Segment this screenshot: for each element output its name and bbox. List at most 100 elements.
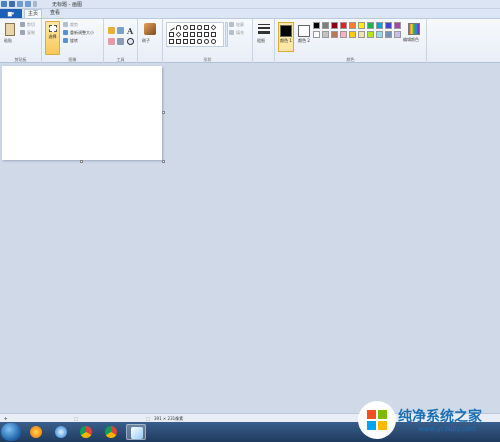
left-arrow-shape-icon[interactable] bbox=[204, 32, 209, 37]
palette-color-swatch[interactable] bbox=[385, 22, 392, 29]
taskbar-chrome-1[interactable] bbox=[76, 424, 96, 440]
resize-button[interactable]: 重新调整大小 bbox=[63, 30, 103, 36]
taskbar-app-1[interactable] bbox=[26, 424, 46, 440]
oval-shape-icon[interactable] bbox=[183, 25, 188, 30]
palette-color-swatch[interactable] bbox=[331, 22, 338, 29]
right-arrow-shape-icon[interactable] bbox=[197, 32, 202, 37]
paint-icon bbox=[131, 427, 143, 439]
magnifier-icon[interactable] bbox=[127, 38, 134, 45]
file-menu-button[interactable]: ▆▾ bbox=[0, 9, 22, 18]
outline-button[interactable]: 轮廓 bbox=[229, 22, 252, 28]
image-group: 选择 裁剪 重新调整大小 旋转 图像 bbox=[42, 19, 104, 64]
taskbar-paint[interactable] bbox=[126, 424, 146, 440]
six-point-star-shape-icon[interactable] bbox=[190, 39, 195, 44]
palette-color-swatch[interactable] bbox=[376, 22, 383, 29]
rectangle-shape-icon[interactable] bbox=[190, 25, 195, 30]
four-point-star-shape-icon[interactable] bbox=[176, 39, 181, 44]
shapes-scroll[interactable] bbox=[225, 22, 228, 47]
outline-label: 轮廓 bbox=[236, 22, 244, 27]
line-width-icon bbox=[258, 24, 270, 36]
five-point-star-shape-icon[interactable] bbox=[183, 39, 188, 44]
eraser-icon[interactable] bbox=[108, 38, 115, 45]
curve-shape-icon[interactable] bbox=[176, 25, 181, 30]
fill-bucket-icon[interactable] bbox=[117, 27, 124, 34]
scissors-icon bbox=[20, 22, 25, 27]
palette-color-swatch[interactable] bbox=[358, 22, 365, 29]
color-palette bbox=[313, 22, 401, 38]
palette-color-swatch[interactable] bbox=[349, 31, 356, 38]
callout-shape-icon[interactable] bbox=[197, 39, 202, 44]
select-button[interactable]: 选择 bbox=[45, 21, 60, 55]
canvas-resize-handle-corner[interactable] bbox=[162, 160, 165, 163]
palette-color-swatch[interactable] bbox=[358, 31, 365, 38]
color2-button[interactable]: 颜色 2 bbox=[296, 22, 312, 52]
cursor-position-icon: ✛ bbox=[4, 416, 8, 421]
canvas-resize-handle-right[interactable] bbox=[162, 111, 165, 114]
copy-button[interactable]: 复制 bbox=[20, 30, 40, 36]
shapes-gallery[interactable] bbox=[166, 22, 224, 47]
palette-color-swatch[interactable] bbox=[313, 22, 320, 29]
color-picker-icon[interactable] bbox=[117, 38, 124, 45]
tab-home[interactable]: 主页 bbox=[24, 9, 42, 18]
palette-color-swatch[interactable] bbox=[340, 31, 347, 38]
polygon-shape-icon[interactable] bbox=[204, 25, 209, 30]
palette-color-swatch[interactable] bbox=[367, 22, 374, 29]
palette-color-swatch[interactable] bbox=[340, 22, 347, 29]
triangle-shape-icon[interactable] bbox=[210, 24, 217, 31]
taskbar-chrome-2[interactable] bbox=[101, 424, 121, 440]
text-tool-icon[interactable]: A bbox=[127, 26, 133, 36]
hexagon-shape-icon[interactable] bbox=[190, 32, 195, 37]
undo-icon[interactable] bbox=[17, 1, 23, 7]
shapes-group: 轮廓 填充 形状 bbox=[163, 19, 253, 64]
drawing-canvas[interactable] bbox=[2, 66, 162, 160]
down-arrow-shape-icon[interactable] bbox=[169, 39, 174, 44]
crop-icon bbox=[63, 22, 68, 27]
cut-label: 剪切 bbox=[27, 22, 35, 27]
resize-icon bbox=[63, 30, 68, 35]
canvas-resize-handle-bottom[interactable] bbox=[80, 160, 83, 163]
palette-color-swatch[interactable] bbox=[394, 31, 401, 38]
palette-color-swatch[interactable] bbox=[394, 22, 401, 29]
palette-color-swatch[interactable] bbox=[367, 31, 374, 38]
palette-color-swatch[interactable] bbox=[385, 31, 392, 38]
palette-color-swatch[interactable] bbox=[331, 31, 338, 38]
customize-qat-icon[interactable] bbox=[33, 1, 37, 7]
paste-icon bbox=[5, 23, 15, 36]
line-shape-icon[interactable] bbox=[168, 24, 175, 31]
windows-logo-icon bbox=[358, 401, 396, 439]
color1-button[interactable]: 颜色 1 bbox=[278, 22, 294, 52]
pentagon-shape-icon[interactable] bbox=[183, 32, 188, 37]
up-arrow-shape-icon[interactable] bbox=[211, 32, 216, 37]
title-bar: 无标题 - 画图 bbox=[0, 0, 500, 9]
pencil-icon[interactable] bbox=[108, 27, 115, 34]
brush-icon bbox=[144, 23, 156, 35]
edit-colors-button[interactable]: 编辑颜色 bbox=[403, 22, 425, 50]
start-button[interactable] bbox=[1, 423, 21, 441]
crop-button[interactable]: 裁剪 bbox=[63, 22, 103, 28]
oval-callout-shape-icon[interactable] bbox=[204, 39, 209, 44]
resize-label: 重新调整大小 bbox=[70, 30, 94, 35]
color1-label: 颜色 1 bbox=[280, 38, 292, 43]
fill-button[interactable]: 填充 bbox=[229, 30, 252, 36]
save-icon[interactable] bbox=[9, 1, 15, 7]
paste-button[interactable]: 粘贴 bbox=[3, 22, 17, 50]
taskbar-app-2[interactable] bbox=[51, 424, 71, 440]
tab-view[interactable]: 查看 bbox=[46, 9, 64, 18]
edit-colors-label: 编辑颜色 bbox=[403, 37, 419, 42]
cloud-callout-shape-icon[interactable] bbox=[211, 39, 216, 44]
cut-button[interactable]: 剪切 bbox=[20, 22, 40, 28]
palette-color-swatch[interactable] bbox=[322, 31, 329, 38]
palette-color-swatch[interactable] bbox=[376, 31, 383, 38]
rounded-rectangle-shape-icon[interactable] bbox=[197, 25, 202, 30]
right-triangle-shape-icon[interactable] bbox=[169, 32, 174, 37]
palette-color-swatch[interactable] bbox=[349, 22, 356, 29]
paint-app-icon[interactable] bbox=[1, 1, 7, 7]
brushes-button[interactable]: 刷子 bbox=[141, 22, 159, 50]
rotate-button[interactable]: 旋转 bbox=[63, 38, 103, 44]
palette-color-swatch[interactable] bbox=[313, 31, 320, 38]
select-label: 选择 bbox=[48, 34, 57, 39]
size-button[interactable]: 粗细 bbox=[256, 22, 272, 50]
palette-color-swatch[interactable] bbox=[322, 22, 329, 29]
diamond-shape-icon[interactable] bbox=[175, 31, 182, 38]
redo-icon[interactable] bbox=[25, 1, 31, 7]
